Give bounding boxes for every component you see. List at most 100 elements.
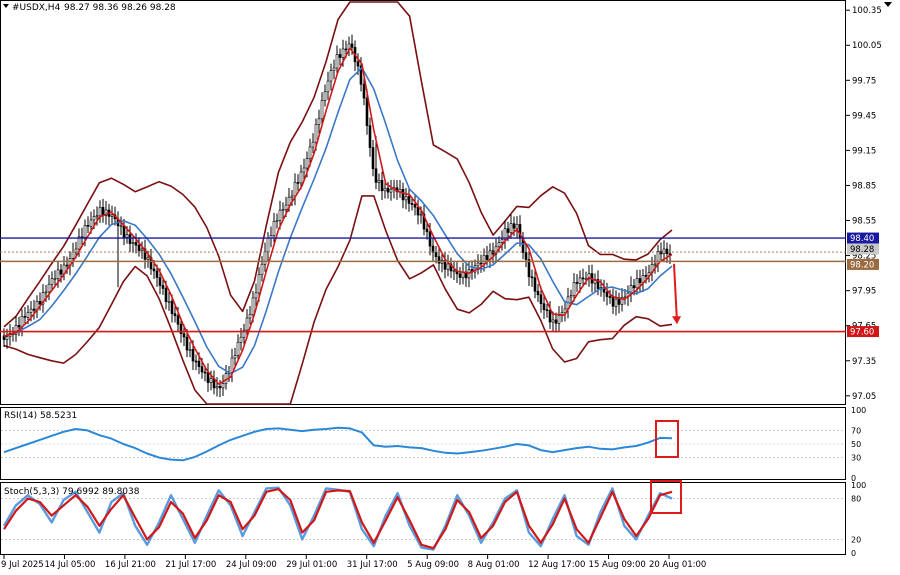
candle-body xyxy=(482,255,486,264)
candle-body xyxy=(47,283,51,293)
price-tick-label: 100.05 xyxy=(852,41,882,51)
candle-body xyxy=(416,206,420,216)
candle-body xyxy=(182,333,186,338)
candle-body xyxy=(74,248,78,253)
candle-body xyxy=(95,215,99,218)
candle-body xyxy=(383,187,387,192)
level-tag-text-blue: 98.40 xyxy=(850,234,874,244)
candle-body xyxy=(497,242,501,248)
candle-body xyxy=(191,349,195,362)
candle-body xyxy=(158,277,162,286)
candle-body xyxy=(542,303,546,311)
candle-body xyxy=(326,80,330,93)
time-tick-label: 29 Jul 01:00 xyxy=(286,560,337,570)
candle-body xyxy=(140,248,144,251)
candle-body xyxy=(614,298,618,307)
candle-body xyxy=(167,300,171,303)
candle-body xyxy=(251,297,255,315)
candle-body xyxy=(524,252,528,260)
candle-body xyxy=(323,91,327,101)
candle-body xyxy=(434,252,438,257)
candle-body xyxy=(617,298,621,305)
candle-body xyxy=(176,315,180,325)
candle-body xyxy=(296,182,300,184)
candle-body xyxy=(194,360,198,363)
candle-body xyxy=(299,171,303,184)
candle-body xyxy=(263,251,267,265)
stoch-label: Stoch(5,3,3) 79.6992 89.8038 xyxy=(4,487,140,497)
candle-body xyxy=(236,341,240,356)
time-tick-label: 5 Aug 09:00 xyxy=(407,560,459,570)
candle-body xyxy=(362,83,366,99)
candle-body xyxy=(446,263,450,270)
time-tick-label: 21 Jul 17:00 xyxy=(165,560,216,570)
price-tick-label: 98.55 xyxy=(852,217,876,227)
candle-body xyxy=(119,225,123,228)
candle-body xyxy=(332,67,336,71)
candle-body xyxy=(233,355,237,359)
candle-body xyxy=(371,147,375,170)
candle-body xyxy=(38,301,42,305)
candle-body xyxy=(170,300,174,314)
price-tick-label: 99.15 xyxy=(852,146,876,156)
candle-body xyxy=(404,196,408,201)
stoch-tick-label: 100 xyxy=(851,481,866,490)
candle-body xyxy=(257,274,261,294)
candle-body xyxy=(245,317,249,331)
level-tag-text-brown2: 98.20 xyxy=(850,260,874,270)
candle-body xyxy=(284,204,288,210)
candle-body xyxy=(293,182,297,197)
candle-body xyxy=(575,282,579,284)
candle-body xyxy=(287,196,291,206)
stoch-tick-label: 80 xyxy=(851,495,861,504)
price-tick-label: 97.05 xyxy=(852,392,876,402)
candle-body xyxy=(368,125,372,148)
candle-body xyxy=(350,43,354,48)
candle-body xyxy=(146,257,150,260)
candle-body xyxy=(545,309,549,312)
candle-body xyxy=(452,270,456,273)
chart-canvas[interactable]: #USDX,H4 98.27 98.36 98.26 98.28 RSI(14)… xyxy=(0,0,900,575)
candle-body xyxy=(578,277,582,284)
candle-body xyxy=(86,225,90,227)
candle-body xyxy=(365,97,369,126)
candle-body xyxy=(98,206,102,217)
candle-body xyxy=(272,220,276,236)
close-chart-icon[interactable] xyxy=(884,2,892,7)
candle-body xyxy=(266,237,270,253)
candle-body xyxy=(428,231,432,247)
time-tick-label: 16 Jul 21:00 xyxy=(105,560,156,570)
candle-body xyxy=(413,204,417,208)
candle-body xyxy=(206,372,210,383)
candle-body xyxy=(644,275,648,277)
candle-body xyxy=(581,277,585,280)
candle-body xyxy=(128,234,132,244)
candle-body xyxy=(56,269,60,279)
candle-body xyxy=(200,366,204,373)
candle-body xyxy=(485,255,489,260)
time-tick-label: 24 Jul 09:00 xyxy=(226,560,277,570)
price-tick-label: 100.35 xyxy=(852,6,882,16)
candle-body xyxy=(380,180,384,192)
candle-body xyxy=(437,256,441,264)
price-tick-label: 97.35 xyxy=(852,357,876,367)
candle-body xyxy=(374,168,378,183)
candle-body xyxy=(662,248,666,255)
candle-body xyxy=(122,225,126,238)
rsi-tick-label: 50 xyxy=(851,440,861,449)
rsi-tick-label: 30 xyxy=(851,454,861,463)
candle-body xyxy=(311,141,315,148)
time-tick-label: 14 Jul 05:00 xyxy=(44,560,95,570)
candle-body xyxy=(53,278,57,280)
candle-body xyxy=(500,239,504,243)
candle-body xyxy=(608,296,612,298)
candle-body xyxy=(431,245,435,253)
candle-body xyxy=(239,336,243,343)
candle-body xyxy=(386,187,390,193)
candle-body xyxy=(659,250,663,255)
candle-body xyxy=(479,262,483,265)
candle-body xyxy=(83,225,87,238)
candle-body xyxy=(638,278,642,284)
candle-body xyxy=(635,278,639,289)
candle-body xyxy=(515,224,519,229)
